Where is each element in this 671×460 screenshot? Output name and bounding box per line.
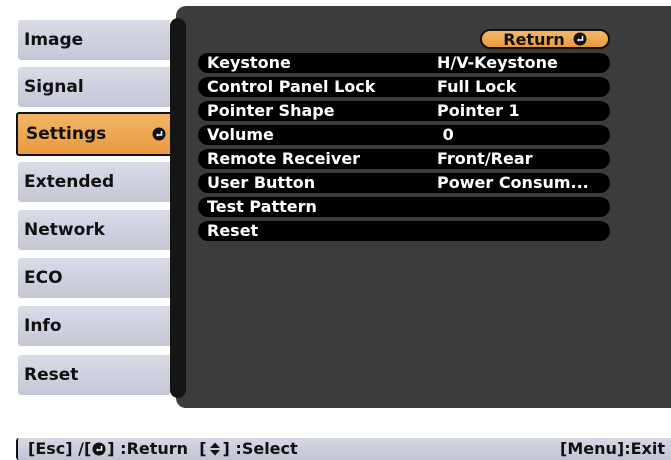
setting-value: H/V-Keystone: [437, 53, 558, 72]
setting-row-test-pattern[interactable]: Test Pattern: [198, 197, 610, 217]
select-hint: ] :Select: [222, 439, 298, 458]
tab-label: Signal: [24, 77, 84, 97]
tab-label: ECO: [24, 268, 63, 288]
tab-info[interactable]: Info: [18, 306, 170, 346]
setting-row-remote-receiver[interactable]: Remote Receiver Front/Rear: [198, 149, 610, 169]
setting-row-control-panel-lock[interactable]: Control Panel Lock Full Lock: [198, 77, 610, 97]
setting-row-volume[interactable]: Volume 0: [198, 125, 610, 145]
return-label: Return: [503, 29, 565, 49]
setting-row-user-button[interactable]: User Button Power Consum...: [198, 173, 610, 193]
setting-value: Full Lock: [437, 77, 517, 96]
enter-icon: [573, 32, 587, 46]
return-button[interactable]: Return: [480, 29, 610, 49]
setting-label: Keystone: [207, 53, 291, 72]
tab-settings[interactable]: Settings: [16, 112, 176, 156]
setting-value: Front/Rear: [437, 149, 533, 168]
tab-label: Reset: [24, 365, 79, 385]
enter-icon: [152, 127, 166, 141]
setting-label: Control Panel Lock: [207, 77, 376, 96]
setting-label: Test Pattern: [207, 197, 317, 216]
tab-eco[interactable]: ECO: [18, 258, 170, 298]
tab-extended[interactable]: Extended: [18, 162, 170, 202]
tab-label: Info: [24, 316, 62, 336]
return-hint: ] :Return [: [107, 439, 207, 458]
exit-hint: [Menu]:Exit: [560, 439, 665, 458]
esc-hint: [Esc] /[: [28, 439, 92, 458]
setting-label: Reset: [207, 221, 259, 240]
setting-value: Power Consum...: [437, 173, 589, 192]
tab-label: Extended: [24, 172, 115, 192]
setting-value: 0: [437, 125, 454, 144]
setting-row-reset[interactable]: Reset: [198, 221, 610, 241]
setting-label: Remote Receiver: [207, 149, 361, 168]
tab-image[interactable]: Image: [18, 20, 170, 60]
setting-label: Volume: [207, 125, 274, 144]
status-hints: [Esc] /[ ] :Return [ ] :Select: [28, 438, 298, 460]
tab-label: Settings: [26, 124, 107, 144]
setting-label: Pointer Shape: [207, 101, 335, 120]
tab-label: Image: [24, 30, 84, 50]
tab-reset[interactable]: Reset: [18, 355, 170, 395]
tab-label: Network: [24, 220, 105, 240]
setting-row-pointer-shape[interactable]: Pointer Shape Pointer 1: [198, 101, 610, 121]
setting-value: Pointer 1: [437, 101, 520, 120]
enter-icon: [92, 442, 106, 456]
tab-network[interactable]: Network: [18, 210, 170, 250]
panel-divider: [170, 18, 186, 398]
setting-row-keystone[interactable]: Keystone H/V-Keystone: [198, 53, 610, 73]
tab-signal[interactable]: Signal: [18, 67, 170, 107]
setting-label: User Button: [207, 173, 316, 192]
projector-menu: Image Signal Settings Extended Network E…: [0, 0, 671, 460]
up-down-arrow-icon: [209, 442, 220, 456]
status-bar: [Esc] /[ ] :Return [ ] :Select [Menu]:Ex…: [16, 438, 671, 460]
